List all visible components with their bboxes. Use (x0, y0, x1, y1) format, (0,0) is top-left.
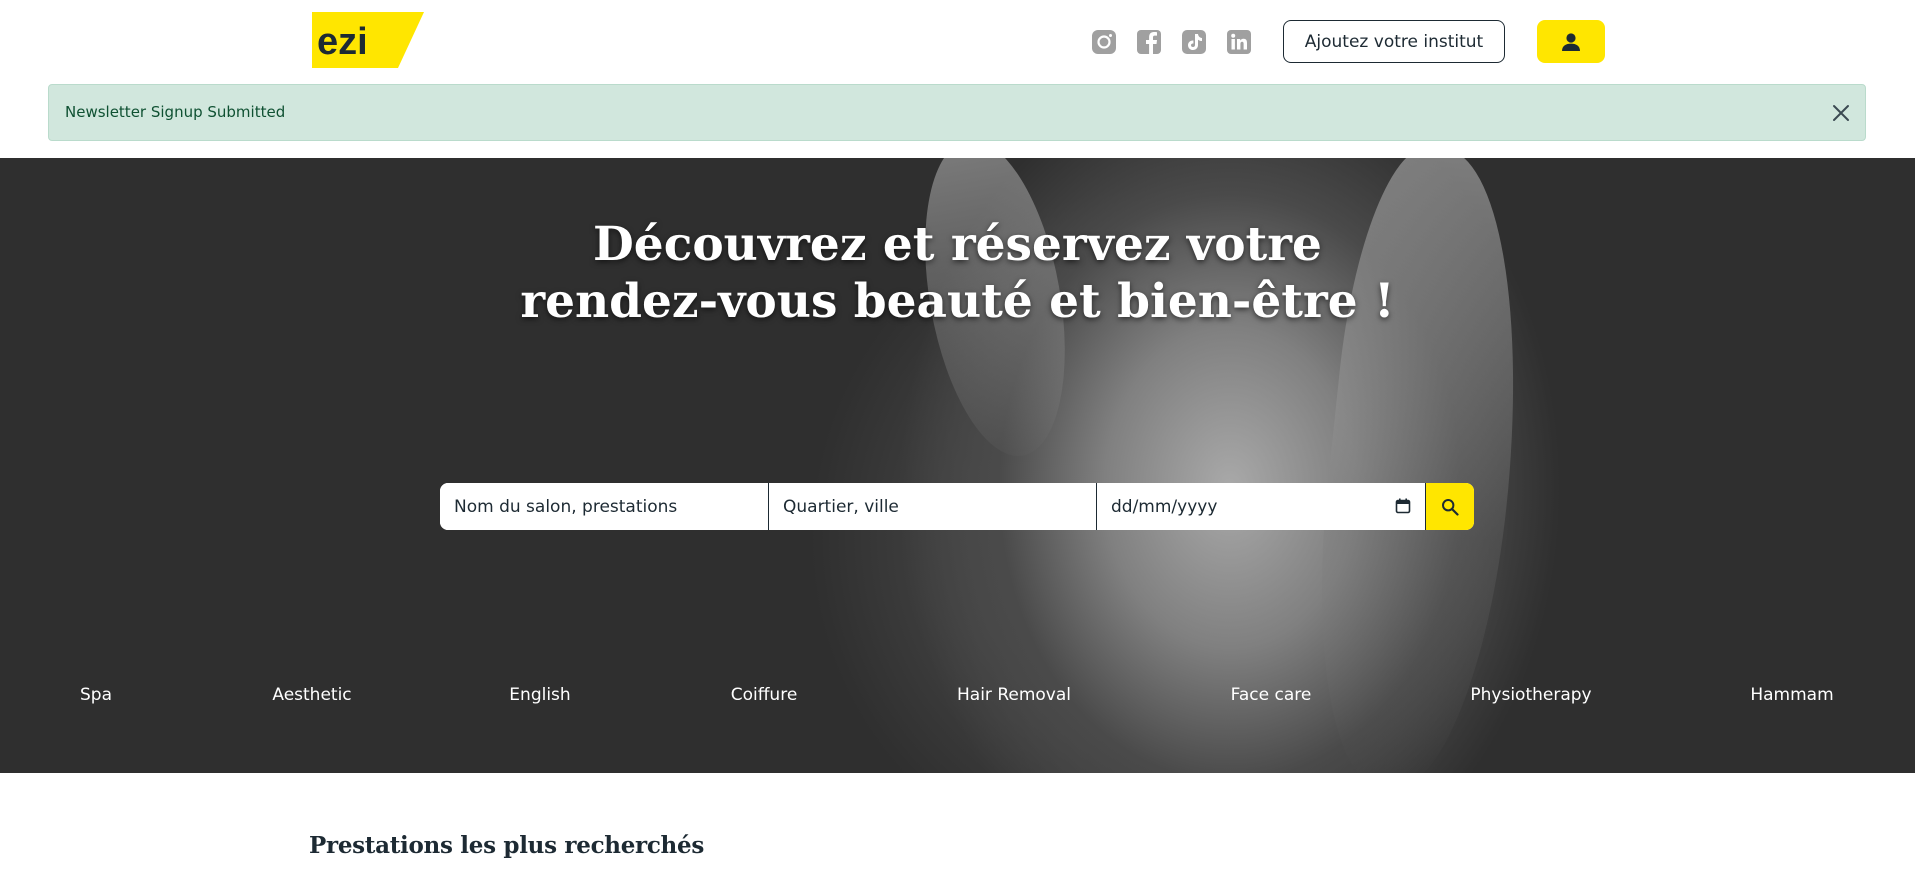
category-face-care[interactable]: Face care (1231, 685, 1312, 705)
instagram-icon[interactable] (1091, 29, 1117, 55)
hero-banner: Découvrez et réservez votre rendez-vous … (0, 158, 1915, 773)
alert-message: Newsletter Signup Submitted (65, 103, 286, 121)
salon-search-input[interactable] (454, 496, 768, 517)
calendar-icon[interactable] (1395, 498, 1411, 514)
user-account-button[interactable] (1537, 20, 1605, 63)
category-english[interactable]: English (509, 685, 570, 705)
date-input[interactable] (1111, 496, 1425, 517)
add-institute-button[interactable]: Ajoutez votre institut (1283, 20, 1505, 63)
tiktok-icon[interactable] (1181, 29, 1207, 55)
location-input[interactable] (783, 496, 1096, 517)
site-header: ezi Ajoutez votre institut (0, 0, 1920, 84)
ezi-logo[interactable]: ezi (312, 12, 424, 68)
section-title: Prestations les plus recherchés (309, 832, 704, 859)
hero-title-line1: Découvrez et réservez votre (593, 217, 1322, 272)
linkedin-icon[interactable] (1226, 29, 1252, 55)
category-nav: Spa Aesthetic English Coiffure Hair Remo… (0, 685, 1915, 715)
newsletter-alert: Newsletter Signup Submitted (48, 84, 1866, 141)
salon-search-field[interactable] (440, 483, 769, 530)
user-icon (1562, 32, 1580, 51)
location-field[interactable] (769, 483, 1097, 530)
logo-text: ezi (317, 21, 368, 63)
category-spa[interactable]: Spa (80, 685, 112, 705)
search-icon (1442, 498, 1459, 516)
search-button[interactable] (1426, 483, 1474, 530)
close-icon[interactable] (1831, 103, 1851, 123)
category-hammam[interactable]: Hammam (1750, 685, 1833, 705)
category-aesthetic[interactable]: Aesthetic (272, 685, 351, 705)
category-hair-removal[interactable]: Hair Removal (957, 685, 1071, 705)
category-physiotherapy[interactable]: Physiotherapy (1470, 685, 1591, 705)
date-field[interactable] (1097, 483, 1426, 530)
facebook-icon[interactable] (1136, 29, 1162, 55)
hero-title: Découvrez et réservez votre rendez-vous … (0, 216, 1915, 330)
category-coiffure[interactable]: Coiffure (731, 685, 798, 705)
hero-title-line2: rendez-vous beauté et bien-être ! (520, 274, 1395, 329)
search-bar (440, 483, 1474, 530)
